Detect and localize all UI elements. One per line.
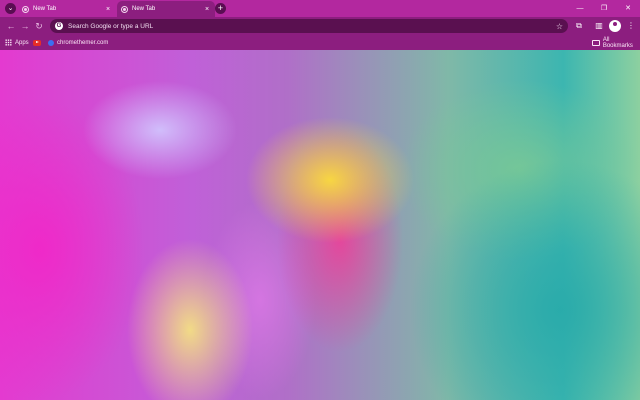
tab-search-button[interactable]: ⌄ [5, 3, 16, 14]
youtube-icon [33, 39, 41, 46]
close-icon: ✕ [625, 5, 631, 12]
tab-new-tab-1[interactable]: New Tab × [18, 1, 116, 17]
omnibox-placeholder[interactable]: Search Google or type a URL [68, 23, 556, 30]
chrome-icon [121, 5, 128, 13]
restore-button[interactable]: ❐ [592, 0, 616, 17]
new-tab-button[interactable]: + [215, 3, 226, 14]
tab-title: New Tab [33, 6, 57, 12]
google-icon: G [55, 22, 63, 30]
bookmark-label: Apps [15, 39, 29, 46]
folder-icon [592, 39, 600, 46]
puzzle-icon: ⧉ [576, 21, 582, 30]
tab-title: New Tab [132, 6, 156, 12]
all-bookmarks-button[interactable]: All Bookmarks [592, 35, 640, 50]
tab-strip: ⌄ New Tab × New Tab × + — ❐ ✕ [0, 0, 640, 17]
arrow-left-icon: ← [6, 21, 16, 31]
close-icon[interactable]: × [203, 6, 211, 13]
kebab-menu-icon: ⋮ [627, 21, 635, 30]
apps-grid-icon [5, 39, 12, 46]
all-bookmarks-label: All Bookmarks [602, 36, 633, 49]
restore-icon: ❐ [600, 5, 608, 12]
bookmark-apps[interactable]: Apps [5, 35, 29, 50]
minimize-icon: — [576, 5, 584, 12]
chrome-icon [22, 5, 29, 13]
side-panel-button[interactable]: ▥ [592, 19, 606, 33]
extensions-button[interactable]: ⧉ [572, 19, 586, 33]
omnibox[interactable]: G Search Google or type a URL ☆ [50, 19, 568, 33]
minimize-button[interactable]: — [568, 0, 592, 17]
close-icon[interactable]: × [104, 6, 112, 13]
toolbar: ← → ↻ G Search Google or type a URL ☆ ⧉ … [0, 17, 640, 35]
menu-button[interactable]: ⋮ [624, 19, 638, 33]
new-tab-background [0, 50, 640, 400]
forward-button[interactable]: → [18, 18, 32, 34]
bookmark-chromethemer[interactable]: chromethemer.com [48, 35, 108, 50]
chromethemer-icon [48, 39, 54, 46]
reload-button[interactable]: ↻ [32, 18, 46, 34]
star-icon[interactable]: ☆ [556, 22, 563, 31]
chevron-down-icon: ⌄ [7, 5, 14, 12]
arrow-right-icon: → [20, 21, 30, 31]
bookmark-label: chromethemer.com [57, 39, 109, 46]
close-window-button[interactable]: ✕ [616, 0, 640, 17]
side-panel-icon: ▥ [595, 21, 603, 30]
bookmarks-bar: Apps chromethemer.com All Bookmarks [0, 35, 640, 50]
plus-icon: + [217, 3, 224, 13]
profile-avatar[interactable] [609, 20, 621, 32]
reload-icon: ↻ [35, 21, 43, 31]
tab-new-tab-2[interactable]: New Tab × [117, 1, 215, 17]
back-button[interactable]: ← [4, 18, 18, 34]
bookmark-youtube[interactable] [33, 35, 41, 50]
